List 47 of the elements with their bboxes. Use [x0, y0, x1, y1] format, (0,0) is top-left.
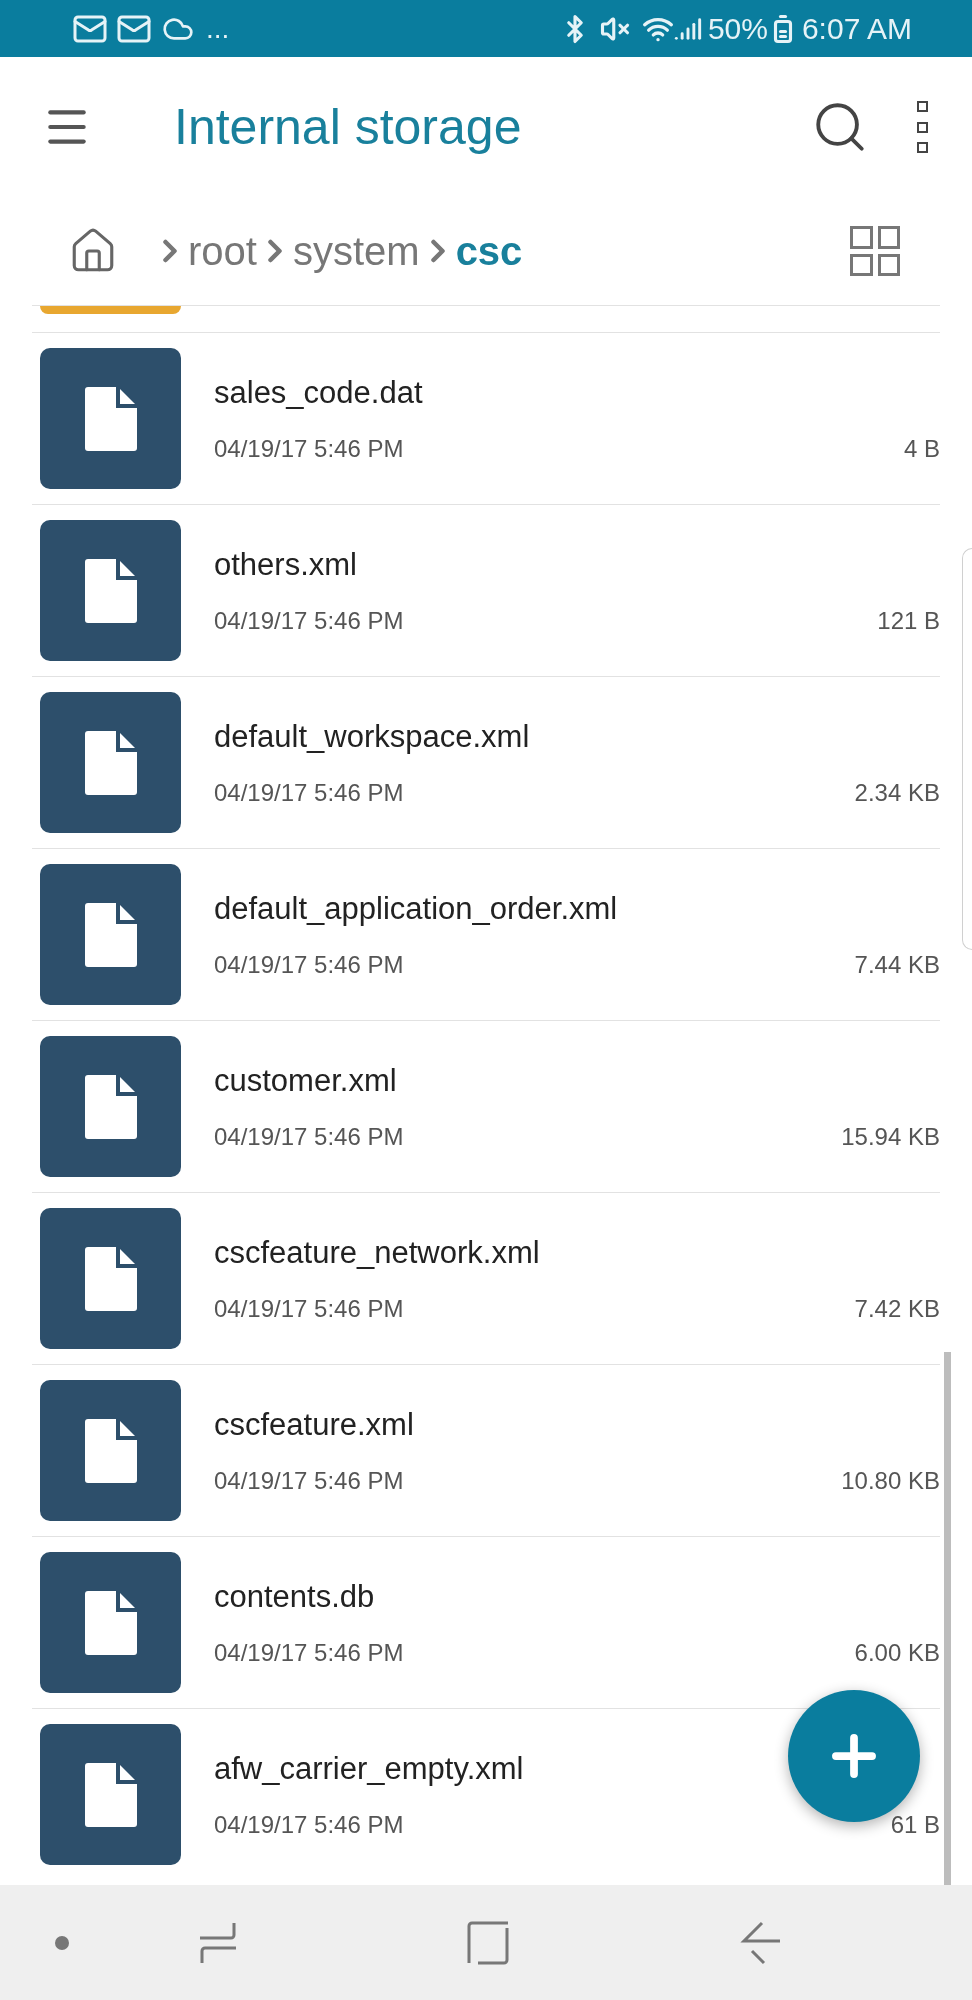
- file-icon: [40, 1552, 181, 1693]
- breadcrumb-item[interactable]: system: [256, 221, 420, 281]
- file-icon: [40, 1380, 181, 1521]
- file-name: others.xml: [214, 546, 357, 585]
- file-icon: [40, 864, 181, 1005]
- file-icon: [40, 692, 181, 833]
- file-icon: [40, 1036, 181, 1177]
- file-name: default_workspace.xml: [214, 718, 530, 757]
- file-size: 7.44 KB: [854, 949, 940, 980]
- battery-percent: 50%: [707, 11, 768, 47]
- file-name: default_application_order.xml: [214, 890, 618, 929]
- back-icon[interactable]: [740, 1920, 782, 1965]
- grid-view-button[interactable]: [850, 226, 900, 276]
- file-name: sales_code.dat: [214, 374, 423, 413]
- screen-title: Internal storage: [174, 97, 522, 157]
- breadcrumb-item[interactable]: csc: [419, 221, 523, 281]
- file-name: contents.db: [214, 1578, 375, 1617]
- file-size: 61 B: [890, 1809, 940, 1840]
- file-icon: [40, 1724, 181, 1865]
- home-nav-icon[interactable]: [466, 1920, 510, 1965]
- file-date: 04/19/17 5:46 PM: [214, 949, 404, 980]
- file-name: customer.xml: [214, 1062, 397, 1101]
- file-date: 04/19/17 5:46 PM: [214, 1809, 404, 1840]
- file-name: afw_carrier_empty.xml: [214, 1750, 524, 1789]
- file-icon: [40, 520, 181, 661]
- recent-apps-icon[interactable]: [198, 1920, 238, 1965]
- file-date: 04/19/17 5:46 PM: [214, 1465, 404, 1496]
- file-date: 04/19/17 5:46 PM: [214, 777, 404, 808]
- file-size: 15.94 KB: [841, 1121, 940, 1152]
- file-icon: [40, 1208, 181, 1349]
- file-date: 04/19/17 5:46 PM: [214, 1293, 404, 1324]
- file-size: 4 B: [903, 433, 940, 464]
- file-date: 04/19/17 5:46 PM: [214, 1121, 404, 1152]
- notification-overflow: ...: [206, 14, 230, 43]
- file-size: 10.80 KB: [841, 1465, 940, 1496]
- file-name: cscfeature.xml: [214, 1406, 414, 1445]
- file-date: 04/19/17 5:46 PM: [214, 605, 404, 636]
- file-date: 04/19/17 5:46 PM: [214, 1637, 404, 1668]
- file-icon: [40, 348, 181, 489]
- file-size: 6.00 KB: [854, 1637, 940, 1668]
- file-size: 2.34 KB: [854, 777, 940, 808]
- file-size: 121 B: [877, 605, 940, 636]
- clock: 6:07 AM: [801, 11, 912, 47]
- file-name: cscfeature_network.xml: [214, 1234, 540, 1273]
- file-date: 04/19/17 5:46 PM: [214, 433, 404, 464]
- file-size: 7.42 KB: [854, 1293, 940, 1324]
- breadcrumb-item[interactable]: root: [152, 221, 257, 281]
